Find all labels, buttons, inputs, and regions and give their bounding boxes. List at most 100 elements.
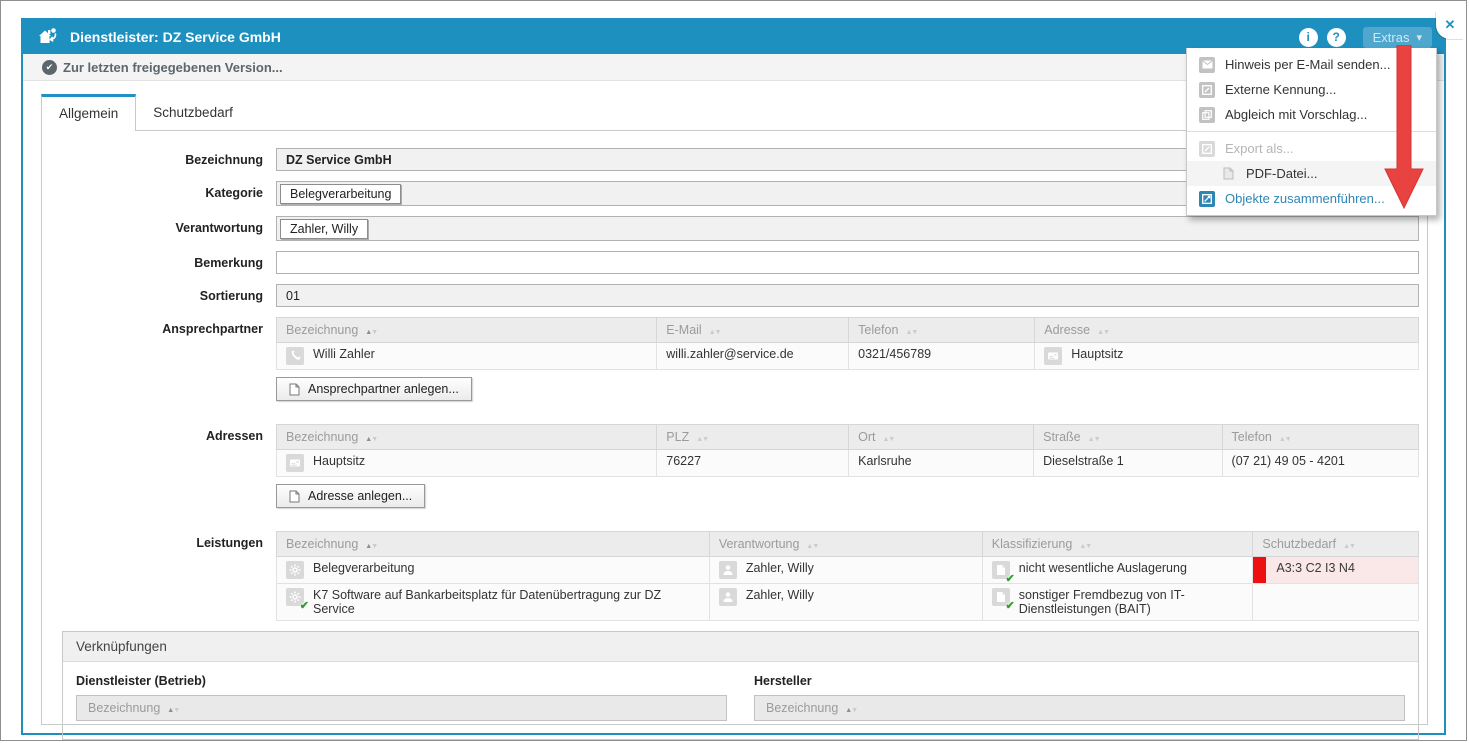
address-name: Hauptsitz [313, 454, 365, 468]
table-header-row: Bezeichnung▲▼ E-Mail▲▼ Telefon▲▼ Adresse… [277, 318, 1419, 343]
check-icon: ✔ [1006, 599, 1015, 612]
column-header-email[interactable]: E-Mail ▲▼ [657, 318, 849, 343]
kategorie-chip[interactable]: Belegverarbeitung [280, 184, 401, 204]
contact-phone: 0321/456789 [858, 347, 931, 361]
close-button[interactable]: ✕ [1436, 11, 1464, 39]
help-icon: ? [1332, 30, 1339, 44]
verantwortung-label: Verantwortung [62, 216, 276, 235]
column-header-plz[interactable]: PLZ▲▼ [657, 425, 849, 450]
add-contact-button-label: Ansprechpartner anlegen... [308, 382, 459, 396]
chevron-down-icon: ▾ [1416, 31, 1422, 44]
column-header-verantwortung[interactable]: Verantwortung▲▼ [709, 532, 982, 557]
sort-icon: ▲▼ [1343, 543, 1355, 550]
extras-button[interactable]: Extras ▾ [1363, 27, 1432, 48]
menu-item-hinweis-per-email[interactable]: Hinweis per E-Mail senden... [1187, 52, 1436, 77]
address-plz: 76227 [666, 454, 701, 468]
titlebar-actions: i ? Extras ▾ [1299, 27, 1432, 48]
address-telefon: (07 21) 49 05 - 4201 [1232, 454, 1345, 468]
column-label: PLZ [666, 430, 689, 444]
tab-schutzbedarf[interactable]: Schutzbedarf [136, 94, 250, 130]
column-header-bezeichnung[interactable]: Bezeichnung▲▼ [277, 425, 657, 450]
page-title: Dienstleister: DZ Service GmbH [70, 29, 281, 45]
menu-item-pdf-datei[interactable]: PDF-Datei... [1187, 161, 1436, 186]
new-document-icon [289, 490, 300, 503]
table-row[interactable]: Belegverarbeitung Zahler, Willy ✔nicht w… [277, 557, 1419, 584]
form-row-bemerkung: Bemerkung [62, 251, 1419, 274]
form-row-leistungen: Leistungen Bezeichnung▲▼ Verantwortung▲▼… [62, 531, 1419, 621]
column-header-ort[interactable]: Ort▲▼ [849, 425, 1034, 450]
add-address-button-label: Adresse anlegen... [308, 489, 412, 503]
kategorie-label: Kategorie [62, 181, 276, 200]
menu-item-label: Hinweis per E-Mail senden... [1225, 57, 1390, 72]
column-header-bezeichnung[interactable]: Bezeichnung▲▼ [277, 318, 657, 343]
help-button[interactable]: ? [1327, 28, 1346, 47]
sort-icon: ▲▼ [365, 436, 377, 443]
address-icon [1044, 347, 1062, 365]
sortierung-input[interactable] [276, 284, 1419, 307]
table-row[interactable]: Willi Zahler willi.zahler@service.de 032… [277, 343, 1419, 370]
responsible-name: Zahler, Willy [746, 561, 814, 575]
contact-address: Hauptsitz [1071, 347, 1123, 361]
form-row-sortierung: Sortierung [62, 284, 1419, 307]
dienstleister-betrieb-label: Dienstleister (Betrieb) [76, 674, 727, 688]
ansprechpartner-table: Bezeichnung▲▼ E-Mail▲▼ Telefon▲▼ Adresse… [276, 317, 1419, 370]
column-label: Ort [858, 430, 875, 444]
sort-icon: ▲▼ [845, 707, 857, 714]
service-provider-icon [37, 27, 59, 47]
verantwortung-field[interactable]: Zahler, Willy [276, 216, 1419, 241]
menu-item-abgleich-mit-vorschlag[interactable]: Abgleich mit Vorschlag... [1187, 102, 1436, 127]
column-label: Straße [1043, 430, 1081, 444]
menu-separator [1187, 131, 1436, 132]
schutzbedarf-cell [1253, 584, 1419, 621]
column-label: Telefon [858, 323, 898, 337]
last-released-version-link[interactable]: Zur letzten freigegebenen Version... [63, 60, 283, 75]
classification-text: nicht wesentliche Auslagerung [1019, 561, 1187, 575]
check-icon: ✔ [300, 599, 309, 612]
address-strasse: Dieselstraße 1 [1043, 454, 1124, 468]
column-header-telefon[interactable]: Telefon▲▼ [849, 318, 1035, 343]
verknuepfungen-section: Verknüpfungen Dienstleister (Betrieb) Be… [62, 631, 1419, 740]
add-contact-button[interactable]: Ansprechpartner anlegen... [276, 377, 472, 401]
column-label: E-Mail [666, 323, 701, 337]
sort-icon: ▲▼ [1097, 329, 1109, 336]
contact-email: willi.zahler@service.de [666, 347, 793, 361]
column-header-klassifizierung[interactable]: Klassifizierung▲▼ [982, 532, 1253, 557]
person-icon [719, 588, 737, 606]
service-icon: ✔ [286, 588, 304, 606]
sort-icon: ▲▼ [1279, 436, 1291, 443]
verantwortung-chip[interactable]: Zahler, Willy [280, 219, 368, 239]
bemerkung-input[interactable] [276, 251, 1419, 274]
table-header-row: Bezeichnung▲▼ Verantwortung▲▼ Klassifizi… [277, 532, 1419, 557]
column-header-bezeichnung[interactable]: Bezeichnung▲▼ [76, 695, 727, 721]
column-header-bezeichnung[interactable]: Bezeichnung▲▼ [754, 695, 1405, 721]
add-address-button[interactable]: Adresse anlegen... [276, 484, 425, 508]
edit-icon [1199, 82, 1215, 98]
envelope-icon [1199, 57, 1215, 73]
person-icon [719, 561, 737, 579]
info-button[interactable]: i [1299, 28, 1318, 47]
leistungen-label: Leistungen [62, 531, 276, 550]
tab-allgemein[interactable]: Allgemein [41, 94, 136, 131]
column-header-bezeichnung[interactable]: Bezeichnung▲▼ [277, 532, 710, 557]
menu-item-label: Externe Kennung... [1225, 82, 1336, 97]
column-label: Klassifizierung [992, 537, 1073, 551]
sort-icon: ▲▼ [365, 543, 377, 550]
check-icon: ✔ [46, 62, 54, 73]
column-header-schutzbedarf[interactable]: Schutzbedarf▲▼ [1253, 532, 1419, 557]
table-row[interactable]: Hauptsitz 76227 Karlsruhe Dieselstraße 1… [277, 450, 1419, 477]
table-row[interactable]: ✔K7 Software auf Bankarbeitsplatz für Da… [277, 584, 1419, 621]
column-header-strasse[interactable]: Straße▲▼ [1034, 425, 1222, 450]
form-row-adressen: Adressen Bezeichnung▲▼ PLZ▲▼ Ort▲▼ Straß… [62, 424, 1419, 521]
bezeichnung-label: Bezeichnung [62, 148, 276, 167]
sort-icon: ▲▼ [167, 707, 179, 714]
menu-item-objekte-zusammenfuehren[interactable]: Objekte zusammenführen... [1187, 186, 1436, 211]
adressen-table: Bezeichnung▲▼ PLZ▲▼ Ort▲▼ Straße▲▼ Telef… [276, 424, 1419, 477]
sort-icon: ▲▼ [709, 329, 721, 336]
column-header-adresse[interactable]: Adresse▲▼ [1035, 318, 1419, 343]
column-header-telefon[interactable]: Telefon▲▼ [1222, 425, 1418, 450]
extras-dropdown-menu: Hinweis per E-Mail senden... Externe Ken… [1186, 48, 1437, 216]
extras-button-label: Extras [1373, 30, 1410, 45]
menu-item-externe-kennung[interactable]: Externe Kennung... [1187, 77, 1436, 102]
merge-objects-icon [1199, 191, 1215, 207]
menu-item-label: PDF-Datei... [1246, 166, 1318, 181]
